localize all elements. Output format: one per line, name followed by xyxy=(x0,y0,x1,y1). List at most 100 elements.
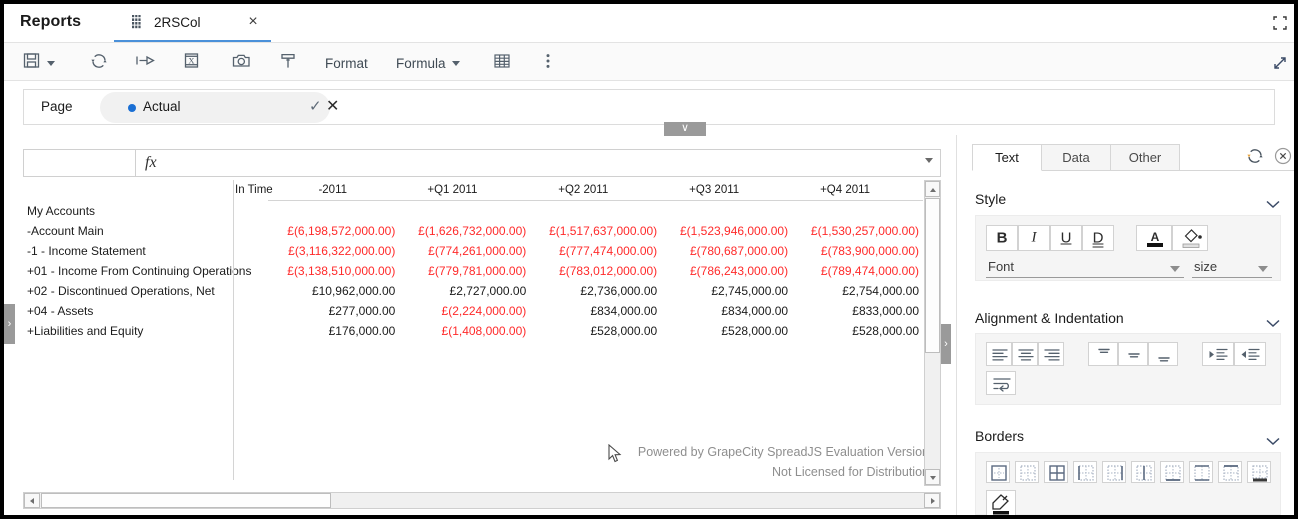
cell[interactable]: £(786,243,000.00) xyxy=(661,261,792,281)
scroll-right-button[interactable] xyxy=(924,493,940,508)
table-row[interactable]: +Liabilities and Equity £176,000.00 £(1,… xyxy=(23,321,923,341)
expand-formula-bar-icon[interactable] xyxy=(925,158,933,163)
resize-handle-icon[interactable] xyxy=(1271,54,1289,72)
cell[interactable]: £(783,012,000.00) xyxy=(530,261,661,281)
cell[interactable]: £2,754,000.00 xyxy=(792,281,923,301)
spreadsheet-grid[interactable]: In Time -2011 +Q1 2011 +Q2 2011 +Q3 2011… xyxy=(23,180,941,486)
tab-2rscol[interactable]: 2RSCol × xyxy=(114,4,271,42)
format-painter-button[interactable] xyxy=(278,51,298,75)
cell[interactable]: £(783,900,000.00) xyxy=(792,241,923,261)
cell[interactable]: £(3,138,510,000.00) xyxy=(268,261,399,281)
row-label[interactable]: +01 - Income From Continuing Operations xyxy=(23,261,268,281)
confirm-icon[interactable]: ✓ xyxy=(309,97,322,115)
collapse-filter-bar-button[interactable]: ∨ xyxy=(664,122,706,136)
fill-color-button[interactable] xyxy=(1172,225,1208,251)
cell[interactable]: £(1,523,946,000.00) xyxy=(661,221,792,241)
cell[interactable]: £(1,530,257,000.00) xyxy=(792,221,923,241)
scroll-left-button[interactable] xyxy=(24,493,40,508)
cell[interactable]: £(789,474,000.00) xyxy=(792,261,923,281)
border-all-button[interactable] xyxy=(1044,461,1068,483)
tab-data[interactable]: Data xyxy=(1041,144,1111,171)
valign-middle-button[interactable] xyxy=(1118,342,1148,366)
expand-window-icon[interactable] xyxy=(1270,13,1290,33)
chevron-down-icon[interactable] xyxy=(1266,433,1280,446)
snapshot-button[interactable] xyxy=(231,51,252,75)
align-right-button[interactable] xyxy=(1038,342,1064,366)
italic-button[interactable]: I xyxy=(1018,225,1050,251)
vertical-scroll-thumb[interactable] xyxy=(925,198,940,353)
cell[interactable]: £(777,474,000.00) xyxy=(530,241,661,261)
refresh-icon[interactable] xyxy=(1245,146,1265,166)
close-circle-icon[interactable] xyxy=(1273,146,1293,166)
cell[interactable] xyxy=(792,201,923,222)
cell[interactable]: £528,000.00 xyxy=(530,321,661,341)
cell[interactable] xyxy=(399,201,530,222)
chevron-down-icon[interactable] xyxy=(1266,196,1280,209)
cell[interactable] xyxy=(661,201,792,222)
name-box-input[interactable] xyxy=(24,150,136,176)
cell[interactable]: £2,736,000.00 xyxy=(530,281,661,301)
cell[interactable]: £528,000.00 xyxy=(792,321,923,341)
cell[interactable]: £2,745,000.00 xyxy=(661,281,792,301)
cell[interactable]: £(780,687,000.00) xyxy=(661,241,792,261)
table-button[interactable] xyxy=(492,51,512,75)
row-label[interactable]: -Account Main xyxy=(23,221,268,241)
font-size-select[interactable]: size xyxy=(1192,257,1272,278)
table-row[interactable]: -1 - Income Statement £(3,116,322,000.00… xyxy=(23,241,923,261)
horizontal-scroll-thumb[interactable] xyxy=(41,493,331,508)
table-row[interactable]: +01 - Income From Continuing Operations … xyxy=(23,261,923,281)
column-header[interactable]: +Q3 2011 xyxy=(661,180,793,201)
border-top-bottom-button[interactable] xyxy=(1189,461,1213,483)
cell[interactable]: £176,000.00 xyxy=(268,321,399,341)
column-header[interactable]: +Q1 2011 xyxy=(399,180,531,201)
underline-button[interactable]: U xyxy=(1050,225,1082,251)
font-color-button[interactable]: A xyxy=(1136,225,1172,251)
row-label[interactable]: My Accounts xyxy=(23,201,268,222)
cell[interactable] xyxy=(530,201,661,222)
export-excel-button[interactable]: X xyxy=(182,51,201,75)
bold-button[interactable]: B xyxy=(986,225,1018,251)
column-header[interactable]: -2011 xyxy=(268,180,400,201)
formula-button[interactable]: Formula xyxy=(396,51,460,75)
left-panel-splitter[interactable]: › xyxy=(4,304,15,344)
scroll-up-button[interactable] xyxy=(925,181,940,197)
row-label[interactable]: +Liabilities and Equity xyxy=(23,321,268,341)
cell[interactable]: £(774,261,000.00) xyxy=(399,241,530,261)
page-filter-pill[interactable]: Actual ✓ ✕ xyxy=(100,92,339,123)
column-header[interactable]: +Q2 2011 xyxy=(530,180,662,201)
border-bottom-button[interactable] xyxy=(1160,461,1184,483)
double-underline-button[interactable]: D xyxy=(1082,225,1114,251)
tab-text[interactable]: Text xyxy=(972,144,1042,171)
cell[interactable]: £10,962,000.00 xyxy=(268,281,399,301)
table-row[interactable]: +04 - Assets £277,000.00 £(2,224,000.00)… xyxy=(23,301,923,321)
cell[interactable]: £277,000.00 xyxy=(268,301,399,321)
valign-top-button[interactable] xyxy=(1088,342,1118,366)
tab-other[interactable]: Other xyxy=(1110,144,1180,171)
wrap-text-button[interactable] xyxy=(986,371,1016,395)
border-right-button[interactable] xyxy=(1102,461,1126,483)
align-center-button[interactable] xyxy=(1012,342,1038,366)
column-header[interactable]: +Q4 2011 xyxy=(792,180,923,201)
cell[interactable]: £(3,116,322,000.00) xyxy=(268,241,399,261)
cell[interactable]: £834,000.00 xyxy=(530,301,661,321)
cell[interactable]: £(2,224,000.00) xyxy=(399,301,530,321)
cell[interactable]: £2,727,000.00 xyxy=(399,281,530,301)
publish-button[interactable] xyxy=(135,51,156,75)
row-label[interactable]: -1 - Income Statement xyxy=(23,241,268,261)
grid-vertical-scrollbar[interactable] xyxy=(924,180,941,486)
right-panel-splitter[interactable]: › xyxy=(941,324,951,364)
table-row[interactable]: -Account Main £(6,198,572,000.00) £(1,62… xyxy=(23,221,923,241)
cell[interactable]: £528,000.00 xyxy=(661,321,792,341)
table-row[interactable]: My Accounts xyxy=(23,201,923,222)
cell[interactable]: £(1,517,637,000.00) xyxy=(530,221,661,241)
cell[interactable]: £(1,626,732,000.00) xyxy=(399,221,530,241)
more-options-button[interactable] xyxy=(542,51,554,75)
increase-indent-button[interactable] xyxy=(1234,342,1266,366)
font-family-select[interactable]: Font xyxy=(986,257,1184,278)
format-button[interactable]: Format xyxy=(325,51,368,75)
border-left-button[interactable] xyxy=(1073,461,1097,483)
border-color-picker-button[interactable] xyxy=(986,490,1016,515)
chevron-down-icon[interactable] xyxy=(1266,315,1280,328)
border-inner-vertical-button[interactable] xyxy=(1131,461,1155,483)
cell[interactable] xyxy=(268,201,399,222)
